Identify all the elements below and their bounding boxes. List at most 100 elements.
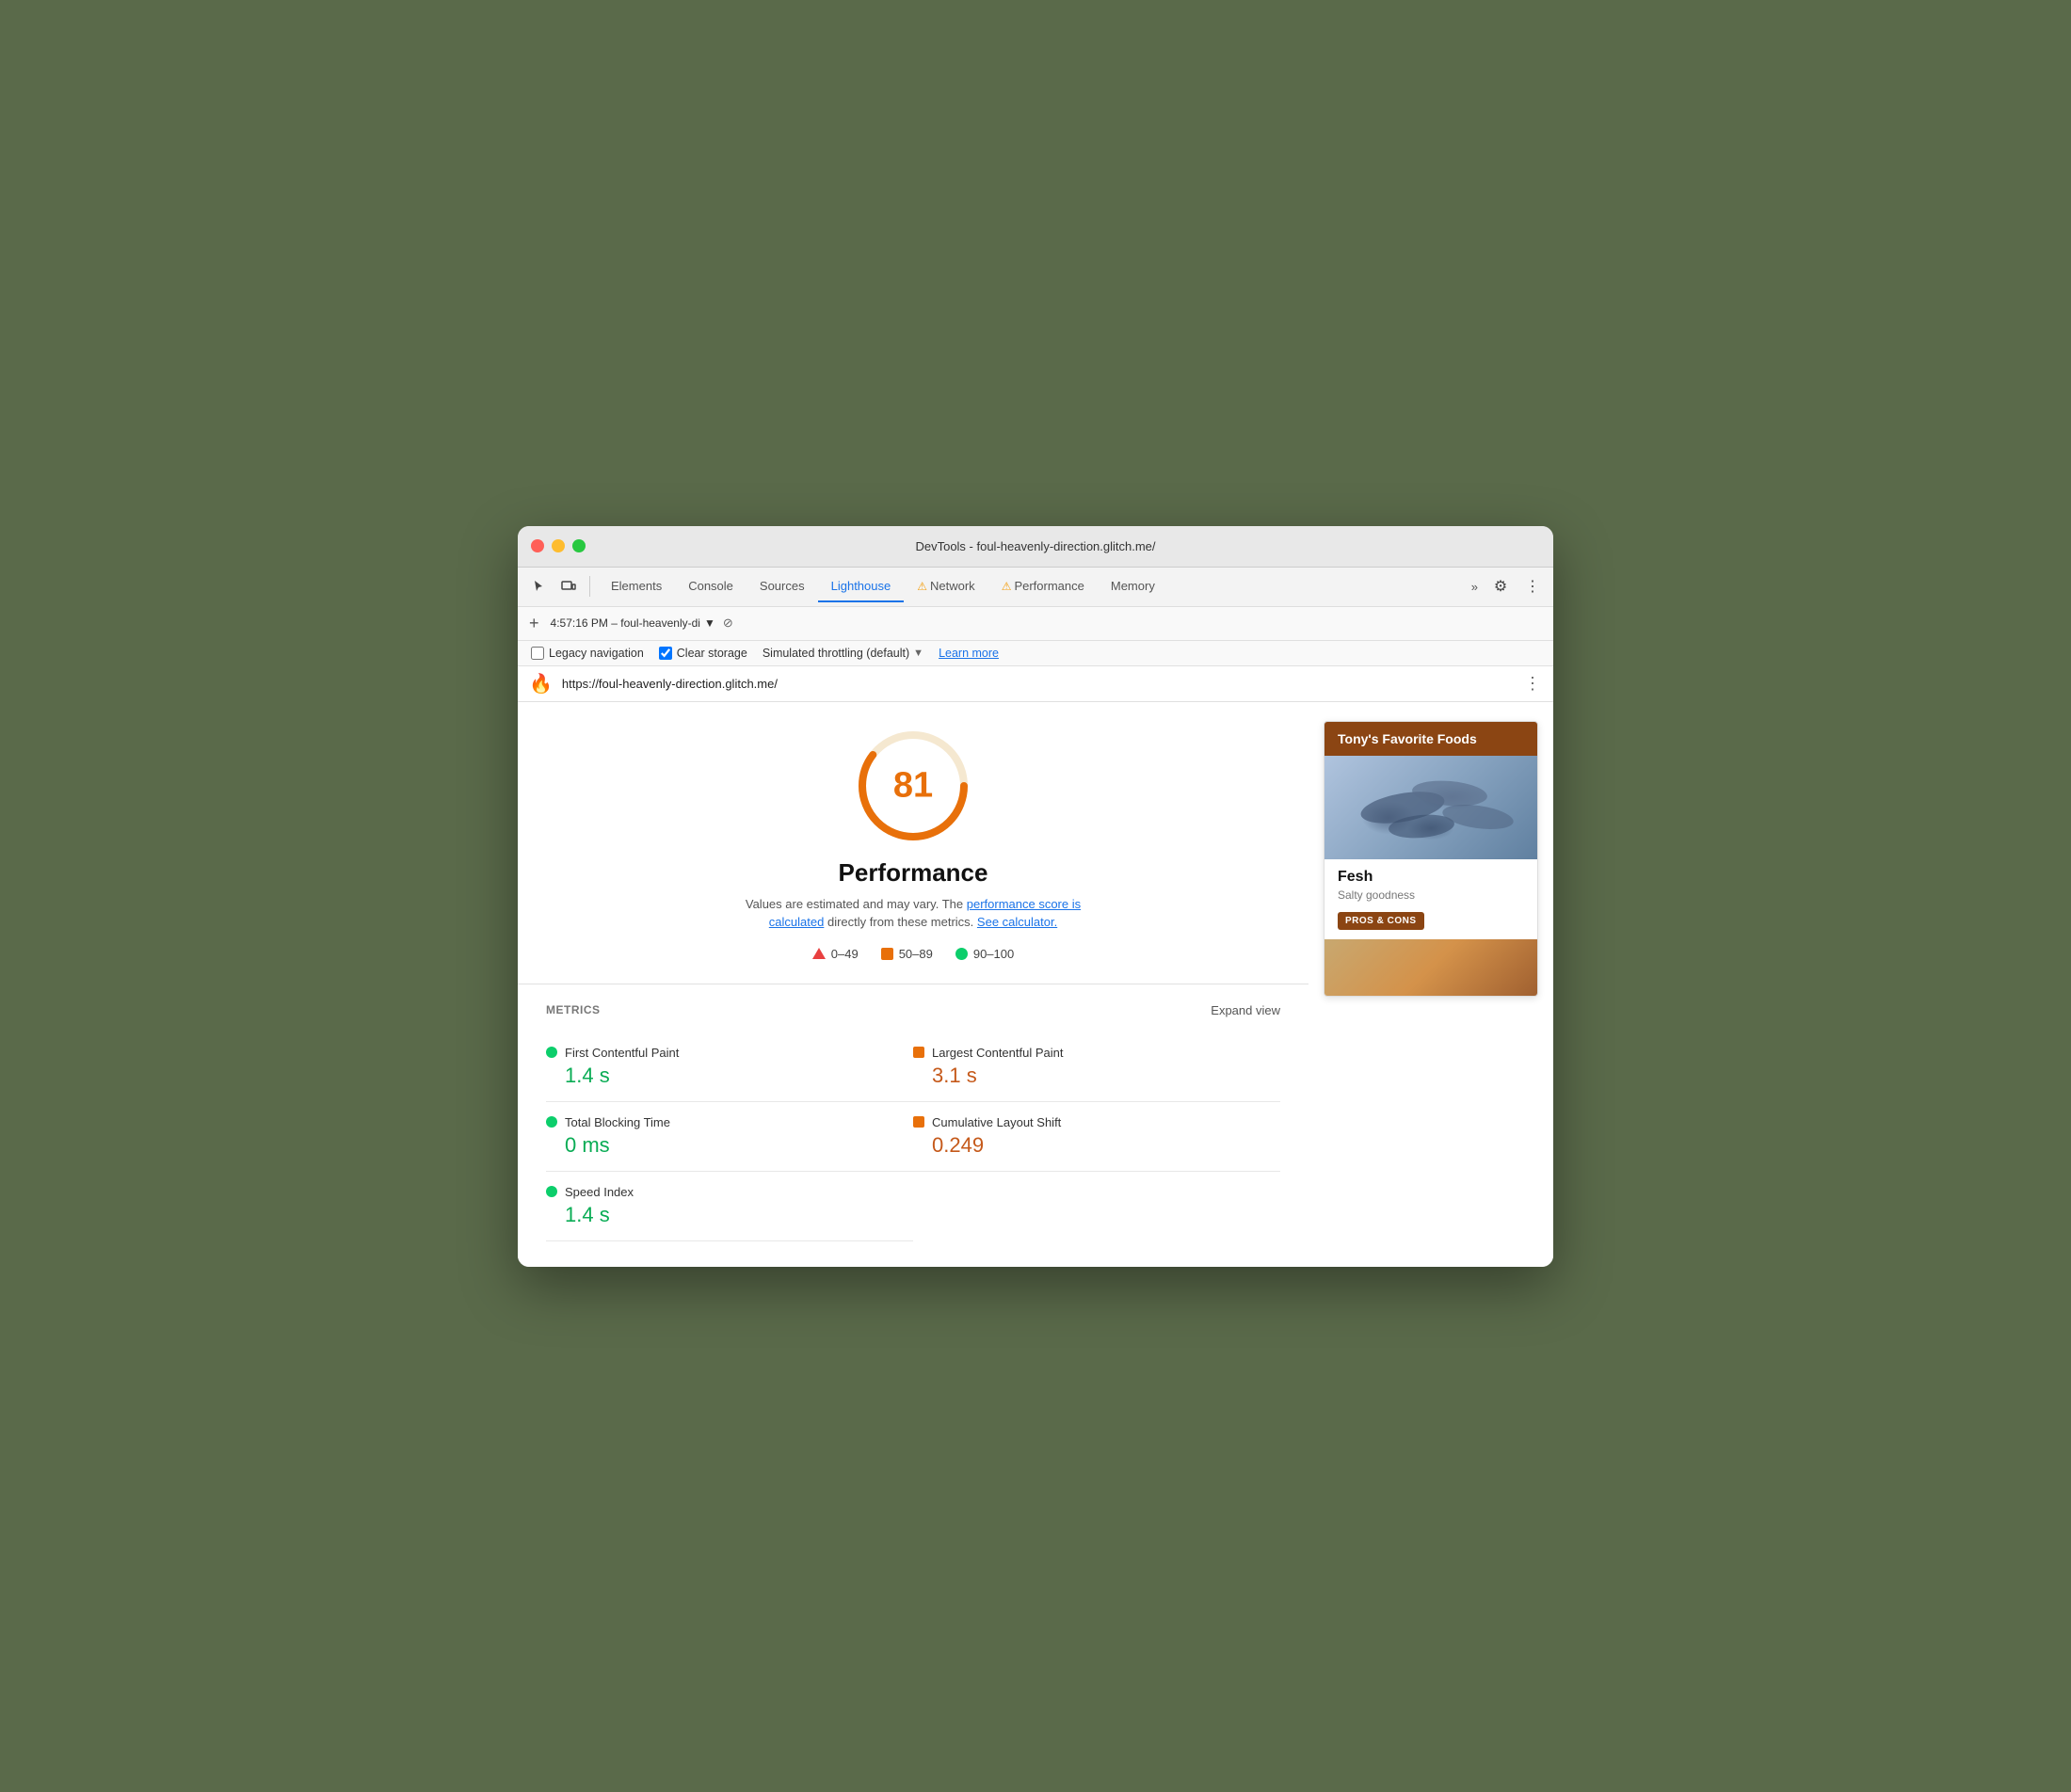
metrics-header: METRICS Expand view — [546, 1003, 1280, 1017]
main-content: 81 Performance Values are estimated and … — [518, 702, 1553, 1267]
poor-label: 0–49 — [831, 947, 859, 961]
calculator-link[interactable]: See calculator. — [977, 915, 1057, 929]
lcp-indicator — [913, 1047, 924, 1058]
throttle-selector[interactable]: Simulated throttling (default) ▼ — [763, 647, 923, 660]
score-description: Values are estimated and may vary. The p… — [725, 895, 1101, 932]
tab-console[interactable]: Console — [675, 571, 747, 602]
window-title: DevTools - foul-heavenly-direction.glitc… — [915, 539, 1155, 553]
devtools-toolbar: Elements Console Sources Lighthouse ⚠Net… — [518, 568, 1553, 607]
session-dropdown-arrow: ▼ — [704, 616, 715, 630]
maximize-button[interactable] — [572, 539, 586, 552]
network-warning-icon: ⚠ — [917, 580, 927, 593]
devtools-window: DevTools - foul-heavenly-direction.glitc… — [518, 526, 1553, 1267]
cursor-icon[interactable] — [525, 573, 552, 600]
fcp-indicator — [546, 1047, 557, 1058]
pros-cons-button[interactable]: PROS & CONS — [1338, 912, 1424, 930]
left-panel: 81 Performance Values are estimated and … — [518, 702, 1308, 1267]
si-indicator — [546, 1186, 557, 1197]
metrics-grid: First Contentful Paint 1.4 s Largest Con… — [546, 1032, 1280, 1241]
si-name: Speed Index — [565, 1185, 634, 1199]
toolbar-divider — [589, 576, 590, 597]
options-bar: Legacy navigation Clear storage Simulate… — [518, 641, 1553, 666]
more-tabs-button[interactable]: » — [1466, 576, 1484, 598]
preview-item-title: Fesh — [1338, 869, 1524, 886]
score-section: 81 Performance Values are estimated and … — [546, 725, 1280, 984]
throttle-arrow-icon: ▼ — [913, 648, 923, 659]
more-options-icon[interactable]: ⋮ — [1519, 573, 1546, 600]
learn-more-link[interactable]: Learn more — [939, 647, 999, 660]
needs-improvement-label: 50–89 — [899, 947, 933, 961]
needs-improvement-icon — [881, 948, 893, 960]
tab-memory[interactable]: Memory — [1098, 571, 1168, 602]
right-panel: Tony's Favorite Foods Fesh Salty goodnes… — [1308, 702, 1553, 1267]
clear-storage-group: Clear storage — [659, 647, 747, 660]
tbt-name: Total Blocking Time — [565, 1115, 670, 1129]
settings-icon[interactable]: ⚙ — [1487, 573, 1514, 600]
metrics-label: METRICS — [546, 1003, 601, 1016]
tab-performance[interactable]: ⚠Performance — [988, 571, 1098, 602]
metric-lcp: Largest Contentful Paint 3.1 s — [913, 1032, 1280, 1102]
tab-sources[interactable]: Sources — [747, 571, 818, 602]
url-bar: 🔥 https://foul-heavenly-direction.glitch… — [518, 666, 1553, 702]
expand-view-button[interactable]: Expand view — [1211, 1003, 1280, 1017]
score-legend: 0–49 50–89 90–100 — [812, 947, 1014, 961]
si-value: 1.4 s — [546, 1203, 913, 1227]
tab-elements[interactable]: Elements — [598, 571, 675, 602]
legend-good: 90–100 — [955, 947, 1014, 961]
cls-value: 0.249 — [913, 1133, 1280, 1158]
legacy-nav-label: Legacy navigation — [549, 647, 644, 660]
preview-card-body: Fesh Salty goodness PROS & CONS — [1324, 859, 1537, 939]
session-label: 4:57:16 PM – foul-heavenly-di — [551, 616, 700, 630]
metric-fcp: First Contentful Paint 1.4 s — [546, 1032, 913, 1102]
lcp-name: Largest Contentful Paint — [932, 1046, 1063, 1060]
legacy-nav-group: Legacy navigation — [531, 647, 644, 660]
minimize-button[interactable] — [552, 539, 565, 552]
url-text: https://foul-heavenly-direction.glitch.m… — [562, 677, 1515, 691]
fcp-name: First Contentful Paint — [565, 1046, 679, 1060]
titlebar: DevTools - foul-heavenly-direction.glitc… — [518, 526, 1553, 568]
score-desc-mid: directly from these metrics. — [827, 915, 973, 929]
metric-cls: Cumulative Layout Shift 0.249 — [913, 1102, 1280, 1172]
metric-tbt: Total Blocking Time 0 ms — [546, 1102, 913, 1172]
score-title: Performance — [839, 858, 988, 888]
window-buttons — [531, 539, 586, 552]
tab-lighthouse[interactable]: Lighthouse — [818, 571, 905, 602]
preview-item-subtitle: Salty goodness — [1338, 888, 1524, 902]
clear-storage-checkbox[interactable] — [659, 647, 672, 660]
session-selector[interactable]: 4:57:16 PM – foul-heavenly-di ▼ — [551, 616, 715, 630]
preview-fish-image — [1324, 756, 1537, 859]
close-button[interactable] — [531, 539, 544, 552]
preview-card-header: Tony's Favorite Foods — [1324, 722, 1537, 756]
good-label: 90–100 — [973, 947, 1014, 961]
toolbar-right-actions: ⚙ ⋮ — [1487, 573, 1546, 600]
legend-poor: 0–49 — [812, 947, 859, 961]
tab-list: Elements Console Sources Lighthouse ⚠Net… — [598, 571, 1462, 602]
site-icon: 🔥 — [529, 672, 553, 696]
score-number: 81 — [893, 765, 933, 806]
cls-name: Cumulative Layout Shift — [932, 1115, 1061, 1129]
url-more-icon[interactable]: ⋮ — [1524, 674, 1542, 694]
block-icon[interactable]: ⊘ — [723, 616, 733, 631]
metrics-section: METRICS Expand view First Contentful Pai… — [546, 984, 1280, 1241]
performance-warning-icon: ⚠ — [1002, 580, 1012, 593]
fcp-value: 1.4 s — [546, 1064, 913, 1088]
preview-second-image — [1324, 939, 1537, 996]
tab-network[interactable]: ⚠Network — [904, 571, 987, 602]
metric-si: Speed Index 1.4 s — [546, 1172, 913, 1241]
preview-card: Tony's Favorite Foods Fesh Salty goodnes… — [1324, 721, 1538, 997]
clear-storage-label: Clear storage — [677, 647, 747, 660]
good-icon — [955, 948, 968, 960]
legend-needs-improvement: 50–89 — [881, 947, 933, 961]
lcp-value: 3.1 s — [913, 1064, 1280, 1088]
tbt-value: 0 ms — [546, 1133, 913, 1158]
throttle-label: Simulated throttling (default) — [763, 647, 909, 660]
score-ring: 81 — [852, 725, 974, 847]
tbt-indicator — [546, 1116, 557, 1128]
cls-indicator — [913, 1116, 924, 1128]
responsive-icon[interactable] — [555, 573, 582, 600]
poor-icon — [812, 948, 826, 959]
legacy-nav-checkbox[interactable] — [531, 647, 544, 660]
session-toolbar: + 4:57:16 PM – foul-heavenly-di ▼ ⊘ — [518, 607, 1553, 641]
add-session-button[interactable]: + — [529, 614, 539, 633]
score-desc-static: Values are estimated and may vary. The — [746, 897, 963, 911]
